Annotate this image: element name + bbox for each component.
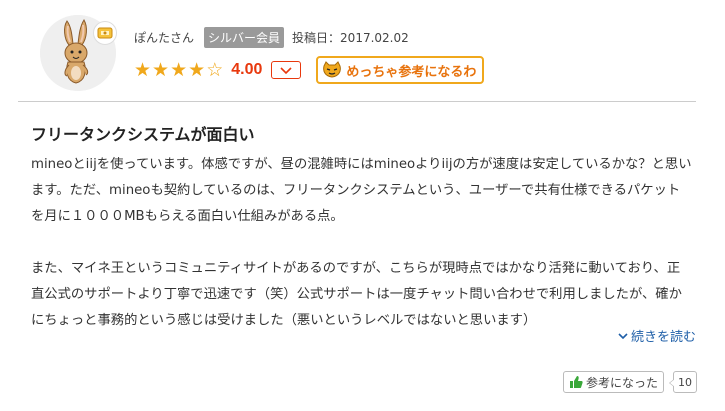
read-more-label: 続きを読む [630,330,696,345]
thumbs-up-icon [570,376,583,388]
chevron-down-icon [280,66,292,74]
review-title: フリータンクシステムが面白い [31,125,255,144]
post-date-label: 投稿日： [292,30,341,45]
cat-face-icon [322,61,342,79]
helpful-count: 10 [669,371,698,393]
star-filled-icon: ★ [188,58,206,81]
read-more-link[interactable]: 続きを読む [618,326,696,345]
rating-score: 4.00 [231,61,263,78]
divider [18,101,696,102]
coin-badge-icon [93,21,117,45]
rank-badge: シルバー会員 [204,26,285,48]
reviewer-name[interactable]: ぽんたさん [134,29,194,46]
star-empty-icon: ☆ [206,58,224,81]
chevron-down-icon [618,332,628,339]
very-helpful-button[interactable]: めっちゃ参考になるわ [316,56,485,84]
helpful-label: 参考になった [586,375,659,390]
rating-row: ★ ★ ★ ★ ☆ 4.00 めっちゃ参考になるわ [134,56,485,84]
star-rating: ★ ★ ★ ★ ☆ [134,58,224,81]
reviewer-meta: ぽんたさん シルバー会員 投稿日：2017.02.02 [134,26,409,48]
star-filled-icon: ★ [134,58,152,81]
star-filled-icon: ★ [152,58,170,81]
helpful-section: 参考になった 10 [563,371,698,393]
post-date: 投稿日：2017.02.02 [292,29,409,46]
rating-detail-toggle[interactable] [271,61,302,79]
review-paragraph: mineoとiijを使っています。体感ですが、昼の混雑時にはmineoよりiij… [31,157,692,224]
post-date-value: 2017.02.02 [340,30,409,45]
star-filled-icon: ★ [170,58,188,81]
very-helpful-label: めっちゃ参考になるわ [346,64,477,80]
review-body: mineoとiijを使っています。体感ですが、昼の混雑時にはmineoよりiij… [31,152,693,334]
helpful-button[interactable]: 参考になった [563,371,665,393]
review-paragraph: また、マイネ王というコミュニティサイトがあるのですが、こちらが現時点ではかなり活… [31,261,682,328]
